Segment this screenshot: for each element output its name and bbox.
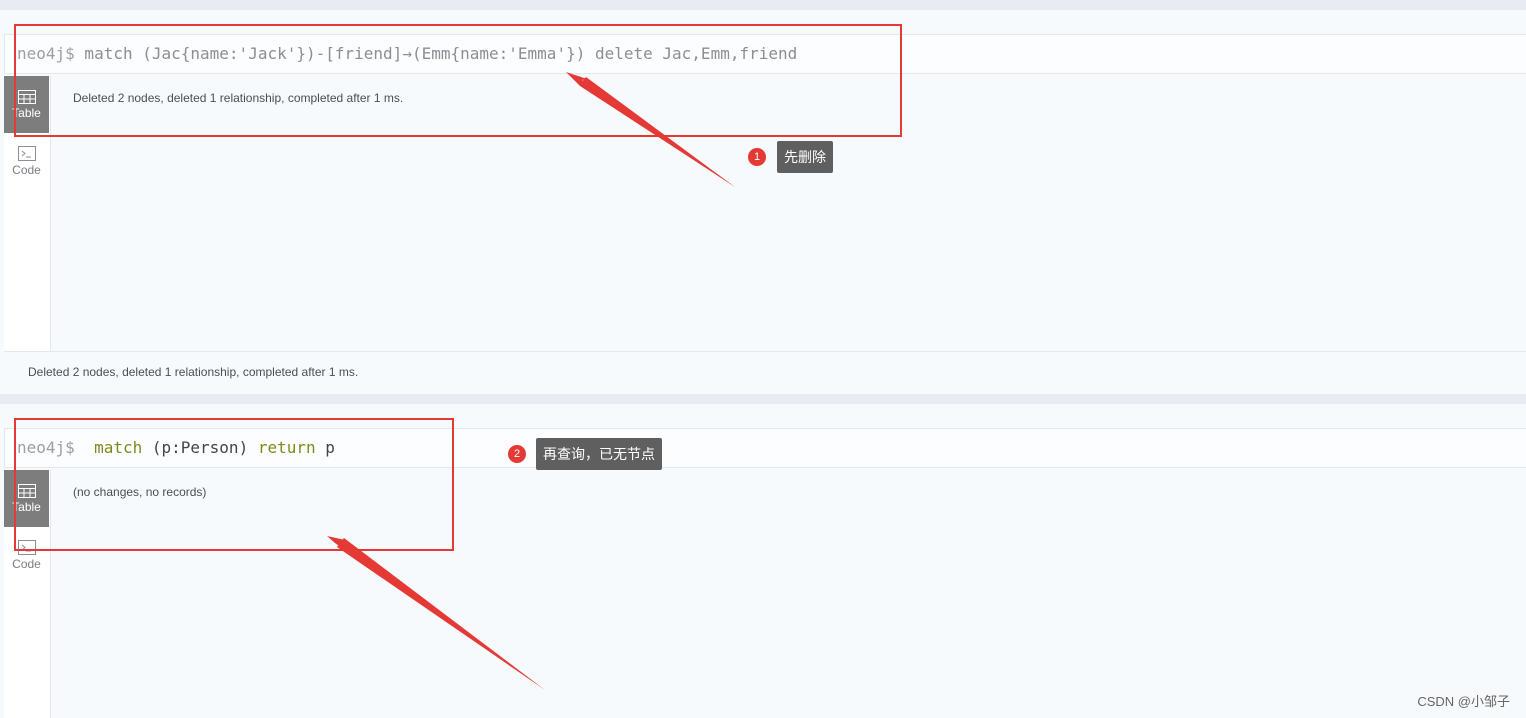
annotation-badge-1: 1 (748, 148, 766, 166)
annotation-badge-2: 2 (508, 445, 526, 463)
watermark: CSDN @小邹子 (1417, 694, 1510, 709)
annotation-callout-1: 先删除 (777, 141, 833, 173)
table-icon (17, 483, 36, 498)
table-view-button[interactable]: Table (4, 76, 49, 133)
table-icon (17, 89, 36, 104)
prompt-label: neo4j$ (17, 44, 75, 63)
code-view-button[interactable]: Code (4, 133, 49, 190)
result-message: Deleted 2 nodes, deleted 1 relationship,… (73, 91, 404, 105)
view-sidebar: Table Code (4, 76, 51, 352)
code-icon (17, 146, 36, 161)
code-icon (17, 540, 36, 555)
query-editor[interactable]: neo4j$ match (p:Person) return p (4, 428, 1526, 468)
prompt-label: neo4j$ (17, 438, 75, 457)
table-view-label: Table (12, 105, 41, 120)
status-text: Deleted 2 nodes, deleted 1 relationship,… (28, 365, 359, 379)
result-frame-query: neo4j$ match (p:Person) return p Table C… (0, 404, 1526, 718)
code-view-label: Code (12, 163, 41, 177)
query-editor[interactable]: neo4j$ match (Jac{name:'Jack'})-[friend]… (4, 34, 1526, 74)
status-bar: Deleted 2 nodes, deleted 1 relationship,… (4, 351, 1526, 394)
result-message: (no changes, no records) (73, 485, 207, 499)
code-view-button[interactable]: Code (4, 527, 49, 584)
query-command: match (Jac{name:'Jack'})-[friend]→(Emm{n… (74, 44, 798, 63)
query-tail: p (315, 438, 335, 457)
query-text: neo4j$ match (p:Person) return p (17, 429, 335, 467)
view-sidebar: Table Code (4, 470, 51, 718)
annotation-callout-2: 再查询，已无节点 (536, 438, 662, 470)
keyword-match: match (94, 438, 143, 457)
query-text: neo4j$ match (Jac{name:'Jack'})-[friend]… (17, 35, 797, 73)
keyword-return: return (257, 438, 316, 457)
code-view-label: Code (12, 557, 41, 571)
table-view-button[interactable]: Table (4, 470, 49, 527)
query-pattern: (p:Person) (142, 438, 258, 457)
result-frame-delete: neo4j$ match (Jac{name:'Jack'})-[friend]… (0, 10, 1526, 394)
table-view-label: Table (12, 499, 41, 514)
